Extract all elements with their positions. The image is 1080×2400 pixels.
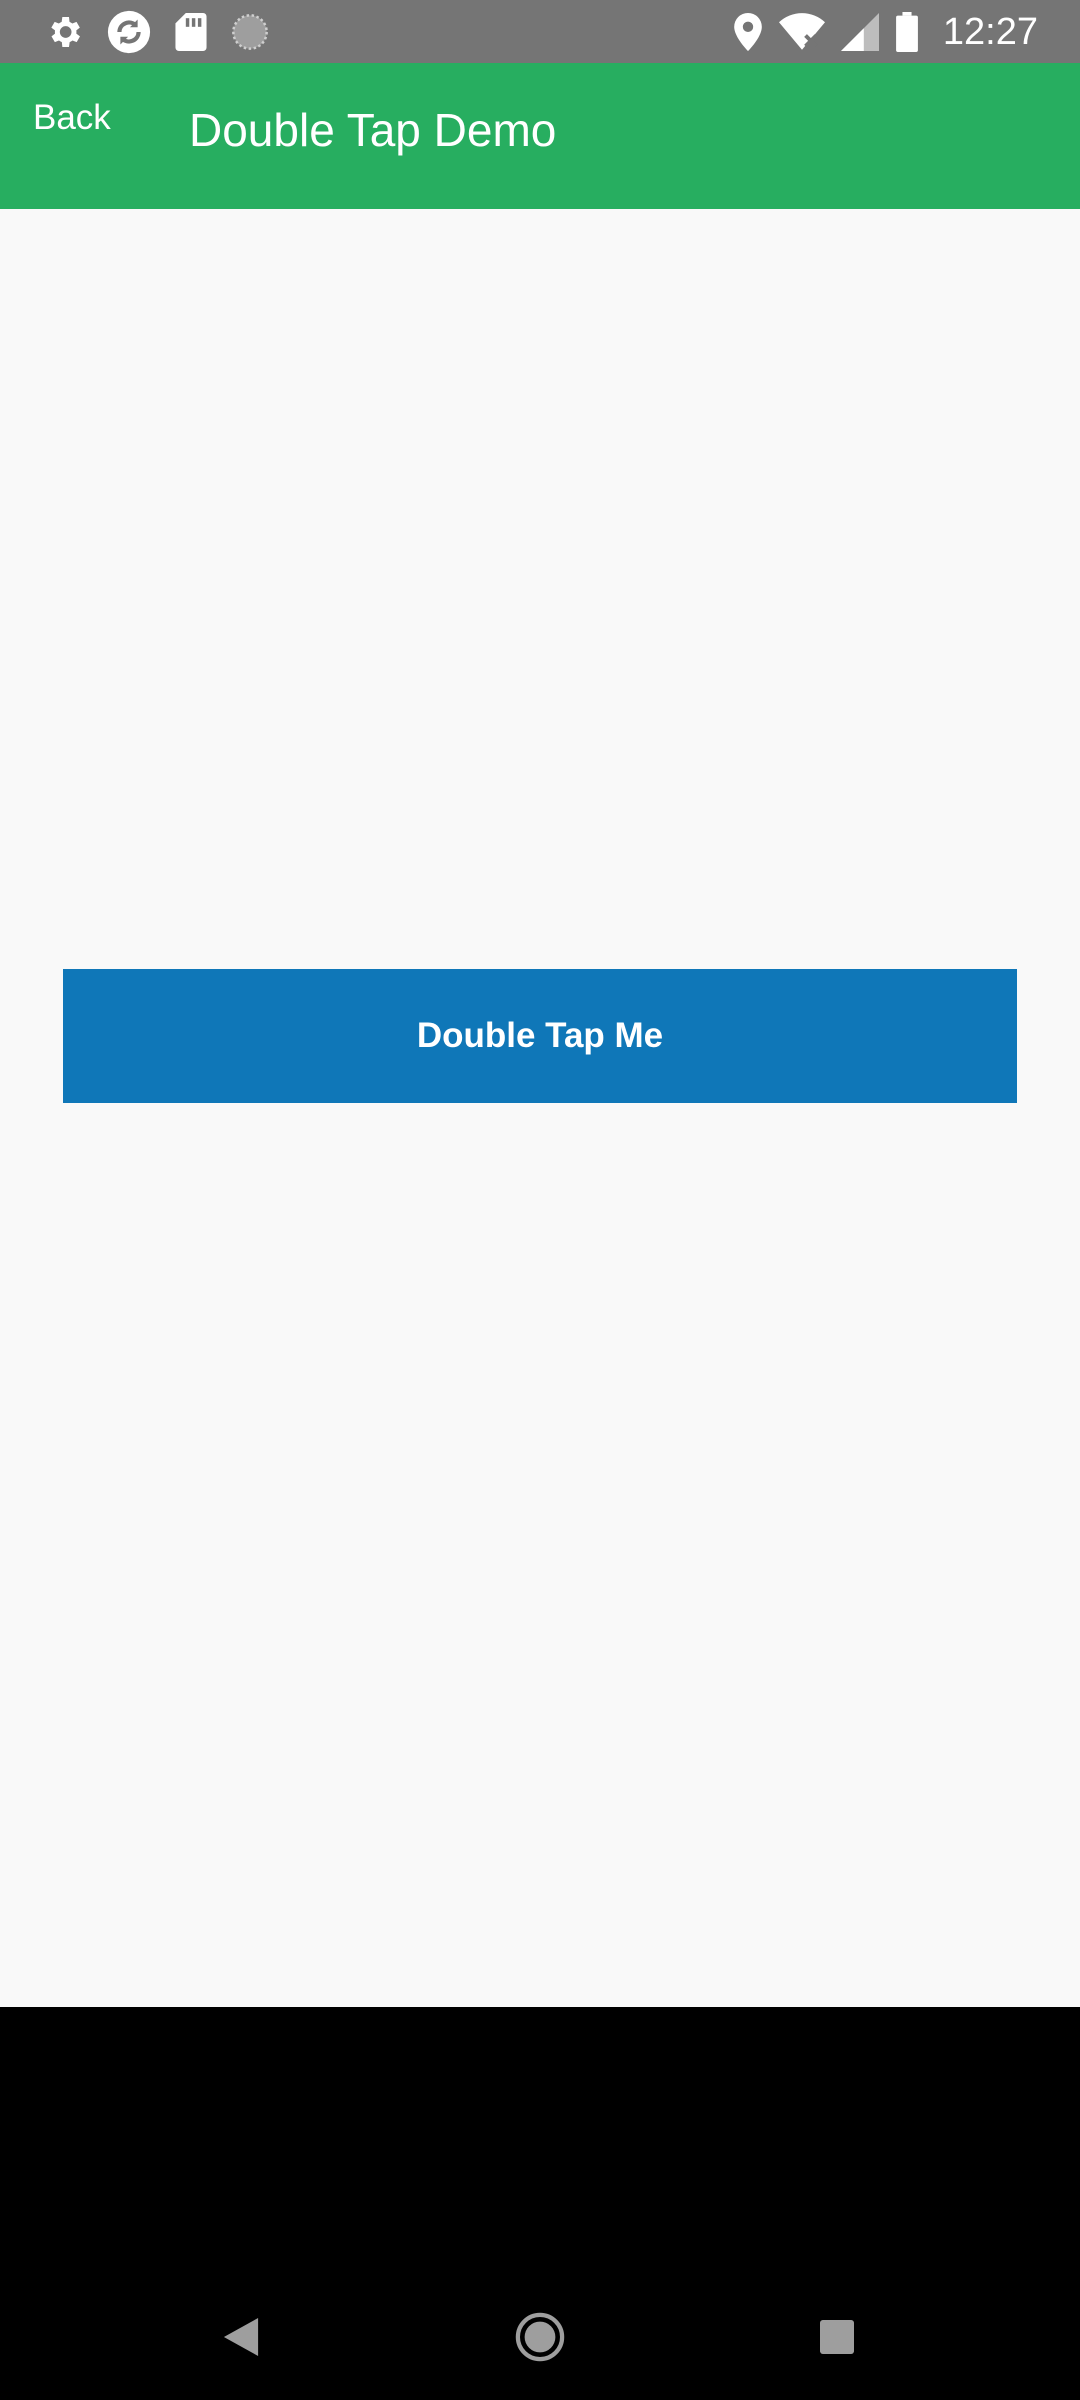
navigation-bar	[0, 2007, 1080, 2400]
double-tap-button[interactable]: Double Tap Me	[63, 969, 1017, 1103]
status-left-icons	[44, 10, 270, 54]
app-bar: Back Double Tap Demo	[0, 63, 1080, 209]
home-circle-icon	[515, 2312, 565, 2362]
status-bar: 12:27	[0, 0, 1080, 63]
back-button[interactable]: Back	[33, 98, 111, 138]
wifi-off-icon	[778, 13, 825, 51]
sd-card-icon	[174, 13, 208, 51]
recents-square-icon	[820, 2320, 854, 2354]
screen: 12:27 Back Double Tap Demo Double Tap Me	[0, 0, 1080, 2400]
nav-recents-button[interactable]	[807, 2307, 867, 2367]
settings-icon	[44, 12, 84, 52]
cell-signal-icon	[840, 13, 879, 51]
location-icon	[733, 13, 763, 51]
battery-icon	[895, 12, 919, 52]
nav-home-button[interactable]	[510, 2307, 570, 2367]
page-title: Double Tap Demo	[189, 104, 557, 156]
content-area: Double Tap Me	[0, 209, 1080, 2007]
loading-icon	[230, 12, 270, 52]
status-right-icons: 12:27	[733, 10, 1038, 54]
nav-back-button[interactable]	[211, 2307, 271, 2367]
sync-icon	[106, 9, 152, 55]
back-triangle-icon	[223, 2318, 259, 2356]
status-clock: 12:27	[942, 10, 1038, 53]
